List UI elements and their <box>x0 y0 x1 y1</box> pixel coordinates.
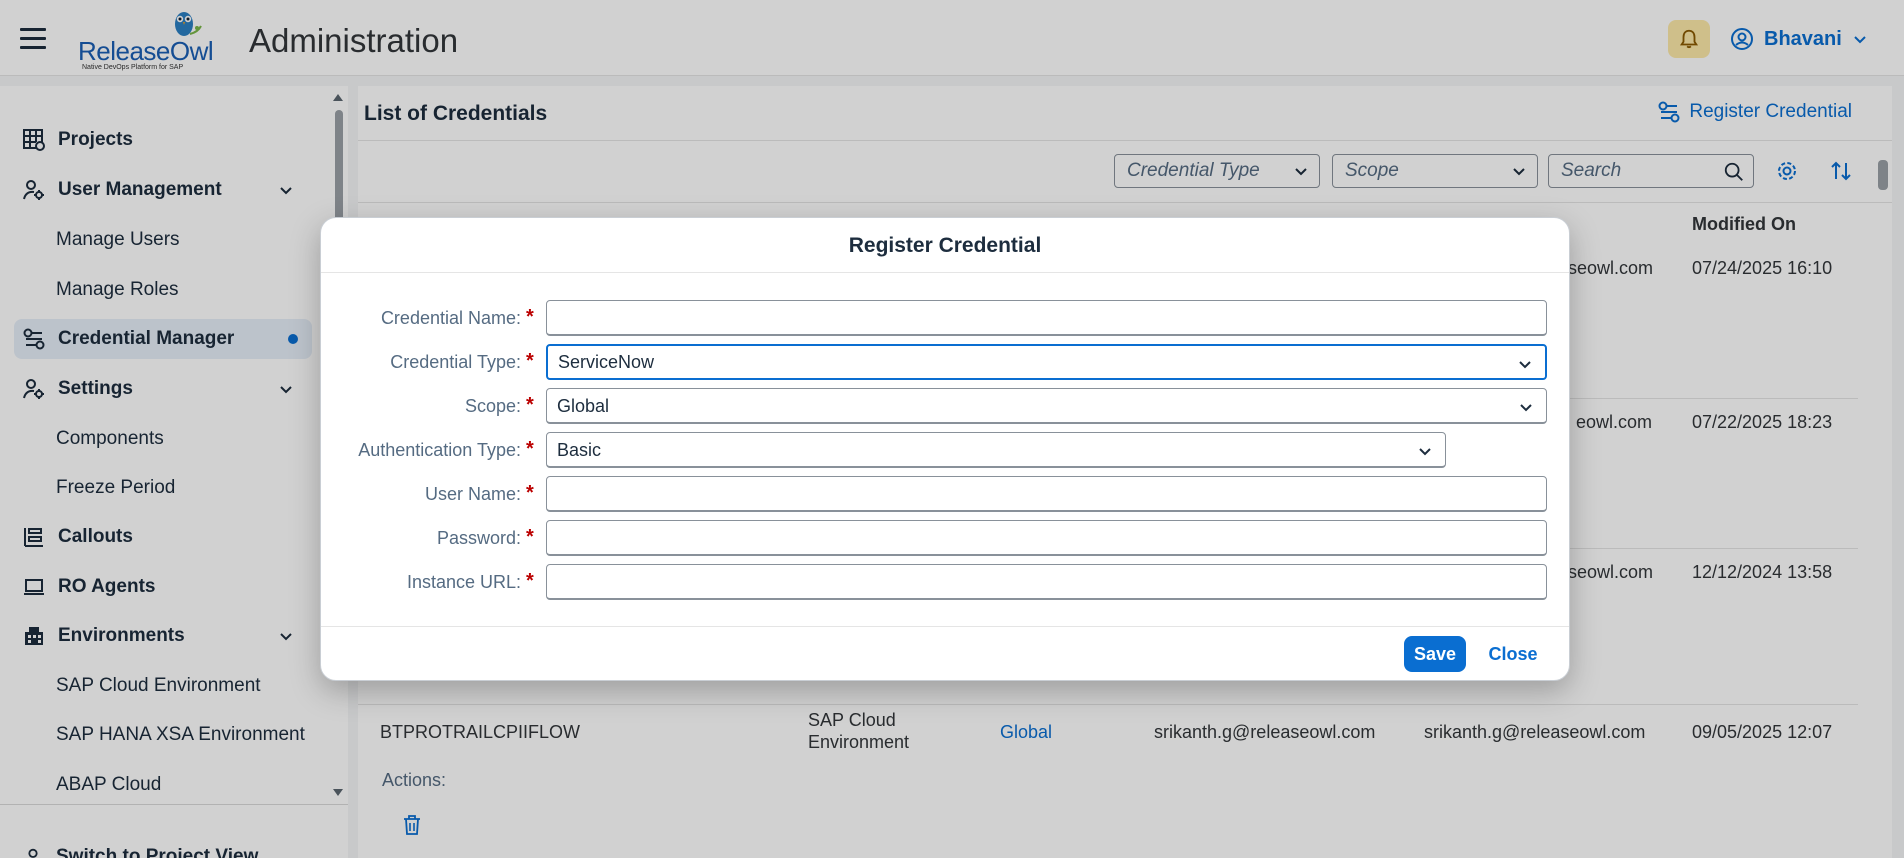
required-indicator: * <box>526 482 534 504</box>
credential-type-value: ServiceNow <box>558 352 655 372</box>
scope-select[interactable]: Global <box>546 388 1547 424</box>
close-button[interactable]: Close <box>1481 636 1545 672</box>
chevron-down-icon <box>1519 361 1531 369</box>
dialog-header-divider <box>321 272 1569 273</box>
required-indicator: * <box>526 438 534 460</box>
form-row-password: Password: * <box>321 520 1569 556</box>
instance-url-input[interactable] <box>546 564 1547 600</box>
user-name-label: User Name: <box>424 484 521 504</box>
required-indicator: * <box>526 526 534 548</box>
credential-type-select[interactable]: ServiceNow <box>546 344 1547 380</box>
password-label: Password: <box>436 528 521 548</box>
authentication-type-value: Basic <box>557 440 602 460</box>
required-indicator: * <box>526 570 534 592</box>
authentication-type-select[interactable]: Basic <box>546 432 1446 468</box>
form-row-user-name: User Name: * <box>321 476 1569 512</box>
credential-type-label: Credential Type: <box>390 352 521 372</box>
instance-url-label: Instance URL: <box>406 572 521 592</box>
chevron-down-icon <box>1419 448 1431 456</box>
chevron-down-icon <box>1520 404 1532 412</box>
scope-label: Scope: <box>464 396 521 416</box>
form-row-authentication-type: Authentication Type: * Basic <box>321 432 1569 468</box>
save-button[interactable]: Save <box>1404 636 1466 672</box>
form-row-scope: Scope: * Global <box>321 388 1569 424</box>
dialog-footer-divider <box>321 626 1569 627</box>
credential-name-label: Credential Name: <box>380 308 521 328</box>
credential-name-input[interactable] <box>546 300 1547 336</box>
dialog-title: Register Credential <box>848 234 1042 257</box>
form-row-credential-type: Credential Type: * ServiceNow <box>321 344 1569 380</box>
required-indicator: * <box>526 306 534 328</box>
required-indicator: * <box>526 394 534 416</box>
authentication-type-label: Authentication Type: <box>358 440 521 460</box>
scope-value: Global <box>557 396 610 416</box>
form-row-instance-url: Instance URL: * <box>321 564 1569 600</box>
user-name-input[interactable] <box>546 476 1547 512</box>
required-indicator: * <box>526 350 534 372</box>
password-input[interactable] <box>546 520 1547 556</box>
form-row-credential-name: Credential Name: * <box>321 300 1569 336</box>
register-credential-dialog: Register Credential Credential Name: * C… <box>320 217 1570 681</box>
